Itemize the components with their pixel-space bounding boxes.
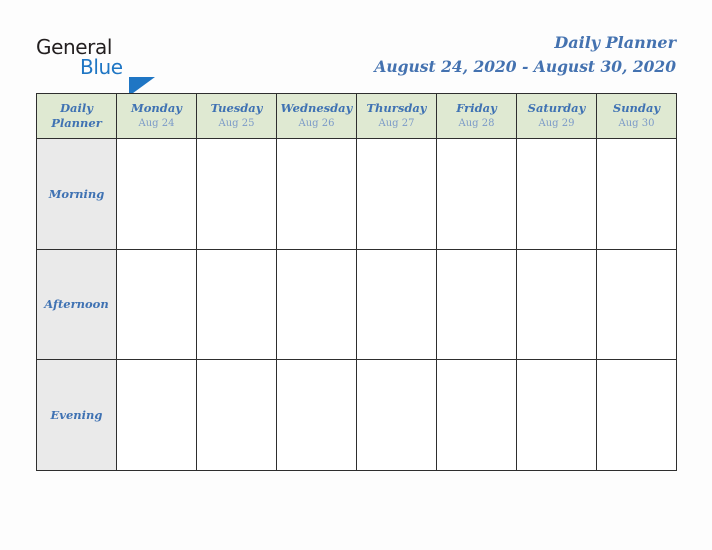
table-row-evening: Evening	[36, 359, 677, 471]
planner-cell-evening-tuesday[interactable]	[196, 359, 277, 471]
planner-cell-afternoon-thursday[interactable]	[356, 249, 437, 360]
day-name-label: Monday	[131, 101, 182, 115]
corner-cell: Daily Planner	[36, 93, 117, 139]
table-row-afternoon: Afternoon	[36, 249, 677, 360]
day-header-wednesday: Wednesday Aug 26	[276, 93, 357, 139]
planner-cell-morning-friday[interactable]	[436, 138, 517, 250]
planner-cell-morning-tuesday[interactable]	[196, 138, 277, 250]
planner-cell-afternoon-sunday[interactable]	[596, 249, 677, 360]
planner-cell-afternoon-friday[interactable]	[436, 249, 517, 360]
brand-logo: General Blue	[36, 36, 236, 96]
planner-cell-evening-sunday[interactable]	[596, 359, 677, 471]
planner-cell-afternoon-tuesday[interactable]	[196, 249, 277, 360]
planner-cell-evening-saturday[interactable]	[516, 359, 597, 471]
page-header: General Blue Daily Planner August 24, 20…	[0, 0, 712, 96]
slot-label-evening: Evening	[36, 359, 117, 471]
table-header-row: Daily Planner Monday Aug 24 Tuesday Aug …	[36, 93, 677, 139]
day-header-thursday: Thursday Aug 27	[356, 93, 437, 139]
day-name-label: Tuesday	[210, 101, 263, 115]
slot-label-morning: Morning	[36, 138, 117, 250]
day-date-label: Aug 30	[618, 118, 655, 129]
day-header-tuesday: Tuesday Aug 25	[196, 93, 277, 139]
planner-cell-evening-friday[interactable]	[436, 359, 517, 471]
planner-cell-morning-monday[interactable]	[116, 138, 197, 250]
slot-label-afternoon: Afternoon	[36, 249, 117, 360]
table-row-morning: Morning	[36, 138, 677, 250]
page-title: Daily Planner	[554, 33, 676, 52]
day-date-label: Aug 26	[298, 118, 335, 129]
day-date-label: Aug 27	[378, 118, 415, 129]
planner-cell-evening-thursday[interactable]	[356, 359, 437, 471]
day-date-label: Aug 25	[218, 118, 255, 129]
day-date-label: Aug 28	[458, 118, 495, 129]
planner-cell-evening-monday[interactable]	[116, 359, 197, 471]
corner-label-line1: Daily	[60, 101, 93, 115]
day-header-friday: Friday Aug 28	[436, 93, 517, 139]
title-block: Daily Planner August 24, 2020 - August 3…	[374, 32, 676, 78]
day-header-saturday: Saturday Aug 29	[516, 93, 597, 139]
planner-cell-afternoon-monday[interactable]	[116, 249, 197, 360]
corner-label-line2: Planner	[51, 116, 102, 130]
day-name-label: Friday	[456, 101, 497, 115]
day-name-label: Thursday	[366, 101, 427, 115]
day-name-label: Saturday	[527, 101, 586, 115]
day-date-label: Aug 24	[138, 118, 175, 129]
day-date-label: Aug 29	[538, 118, 575, 129]
planner-cell-evening-wednesday[interactable]	[276, 359, 357, 471]
date-range: August 24, 2020 - August 30, 2020	[374, 57, 676, 76]
day-header-monday: Monday Aug 24	[116, 93, 197, 139]
planner-cell-morning-thursday[interactable]	[356, 138, 437, 250]
planner-cell-afternoon-saturday[interactable]	[516, 249, 597, 360]
day-header-sunday: Sunday Aug 30	[596, 93, 677, 139]
day-name-label: Wednesday	[280, 101, 353, 115]
planner-cell-afternoon-wednesday[interactable]	[276, 249, 357, 360]
slot-label-text: Afternoon	[44, 297, 109, 311]
day-name-label: Sunday	[612, 101, 661, 115]
slot-label-text: Morning	[48, 186, 105, 201]
slot-label-text: Evening	[50, 407, 103, 422]
planner-cell-morning-saturday[interactable]	[516, 138, 597, 250]
planner-table: Daily Planner Monday Aug 24 Tuesday Aug …	[36, 93, 677, 471]
brand-name-blue: Blue	[80, 55, 123, 79]
planner-cell-morning-sunday[interactable]	[596, 138, 677, 250]
planner-cell-morning-wednesday[interactable]	[276, 138, 357, 250]
